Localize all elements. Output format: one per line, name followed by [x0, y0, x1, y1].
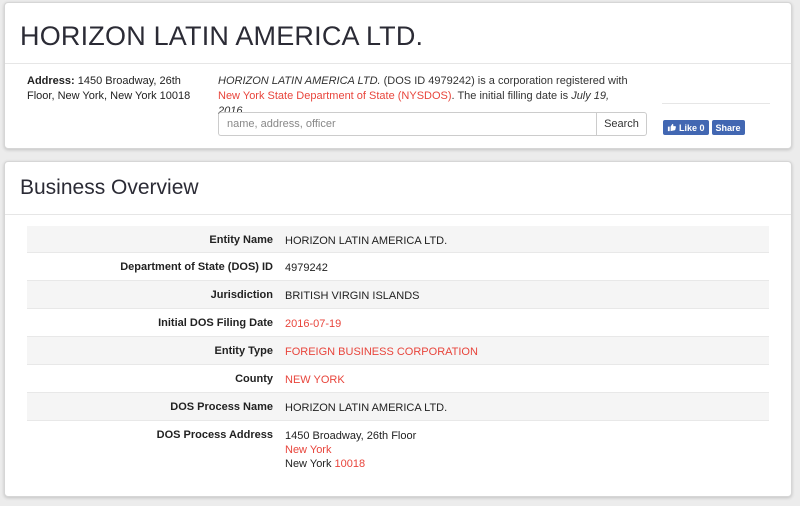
thumbs-up-icon: [667, 123, 676, 132]
facebook-like-button[interactable]: Like 0: [663, 120, 709, 135]
table-row: Entity Type FOREIGN BUSINESS CORPORATION: [27, 336, 769, 364]
social-divider: [662, 103, 770, 104]
social-buttons: Like 0 Share: [663, 120, 745, 135]
row-value: 2016-07-19: [283, 309, 769, 336]
row-value: HORIZON LATIN AMERICA LTD.: [285, 402, 448, 414]
row-label: DOS Process Address: [156, 429, 273, 441]
address-street: 1450 Broadway, 26th Floor: [285, 430, 417, 442]
row-value: FOREIGN BUSINESS CORPORATION: [283, 337, 769, 364]
table-row: County NEW YORK: [27, 364, 769, 392]
row-label: Entity Name: [209, 234, 273, 246]
overview-table: Entity Name HORIZON LATIN AMERICA LTD. D…: [27, 226, 769, 481]
company-title: HORIZON LATIN AMERICA LTD.: [20, 21, 424, 51]
row-label: Jurisdiction: [210, 289, 273, 301]
row-label: County: [235, 373, 273, 385]
row-value: HORIZON LATIN AMERICA LTD.: [285, 235, 448, 247]
desc-text: (DOS ID 4979242) is a corporation regist…: [380, 75, 628, 87]
search-input[interactable]: [218, 112, 596, 136]
desc-company-name: HORIZON LATIN AMERICA LTD.: [218, 75, 381, 87]
search-bar: Search: [218, 112, 647, 136]
address-label: Address:: [27, 75, 75, 87]
nysdos-link[interactable]: New York State Department of State (NYSD…: [218, 90, 452, 102]
address-city: New York: [285, 458, 332, 470]
desc-text-2: . The initial filling date is: [451, 90, 572, 102]
table-row: DOS Process Address 1450 Broadway, 26th …: [27, 420, 769, 481]
business-overview-card: Business Overview Entity Name HORIZON LA…: [4, 161, 792, 497]
row-value: NEW YORK: [283, 365, 769, 392]
company-address: Address: 1450 Broadway, 26th Floor, New …: [27, 74, 207, 104]
share-label: Share: [715, 122, 741, 133]
row-label: Department of State (DOS) ID: [120, 261, 273, 273]
row-label: Initial DOS Filing Date: [158, 317, 273, 329]
section-title: Business Overview: [20, 176, 199, 199]
county-link[interactable]: NEW YORK: [285, 374, 345, 386]
process-address: 1450 Broadway, 26th Floor New York New Y…: [283, 421, 769, 481]
filing-date-link[interactable]: 2016-07-19: [285, 318, 341, 330]
header-divider: [5, 63, 791, 64]
table-row: Initial DOS Filing Date 2016-07-19: [27, 308, 769, 336]
table-row: DOS Process Name HORIZON LATIN AMERICA L…: [27, 392, 769, 420]
city-link[interactable]: New York: [285, 444, 331, 456]
like-label: Like 0: [679, 122, 705, 133]
facebook-share-button[interactable]: Share: [711, 120, 745, 135]
row-value: 4979242: [285, 262, 328, 274]
section-divider: [5, 214, 791, 215]
row-value: BRITISH VIRGIN ISLANDS: [285, 290, 420, 302]
table-row: Department of State (DOS) ID 4979242: [27, 252, 769, 280]
zip-link[interactable]: 10018: [335, 458, 366, 470]
row-label: DOS Process Name: [170, 401, 273, 413]
table-row: Entity Name HORIZON LATIN AMERICA LTD.: [27, 226, 769, 252]
search-button[interactable]: Search: [596, 112, 647, 136]
table-row: Jurisdiction BRITISH VIRGIN ISLANDS: [27, 280, 769, 308]
row-label: Entity Type: [214, 345, 273, 357]
company-header-card: HORIZON LATIN AMERICA LTD. Address: 1450…: [4, 2, 792, 149]
entity-type-link[interactable]: FOREIGN BUSINESS CORPORATION: [285, 346, 478, 358]
